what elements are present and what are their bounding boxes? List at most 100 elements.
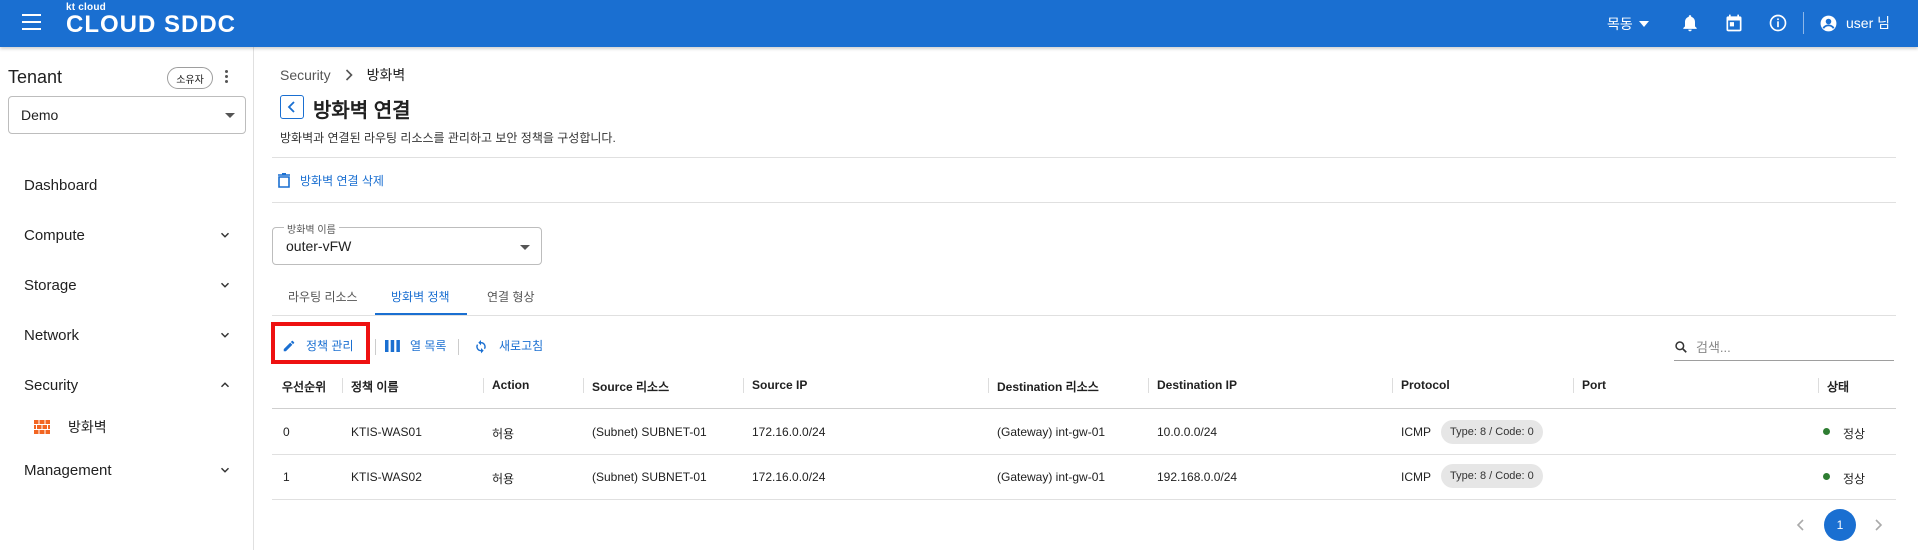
table-header-divider [272,408,1896,409]
cell-source-resource: (Subnet) SUBNET-01 [592,470,707,484]
location-label: 목동 [1607,16,1633,32]
cell-destination-ip: 10.0.0.0/24 [1157,425,1218,439]
column-header[interactable]: Protocol [1401,378,1450,392]
column-header[interactable]: Destination 리소스 [997,378,1099,395]
location-selector[interactable]: 목동 [1607,14,1649,34]
column-header[interactable]: 정책 이름 [351,378,399,395]
column-header[interactable]: Port [1582,378,1606,392]
breadcrumb: Security 방화벽 [280,65,405,85]
tenant-select-value: Demo [21,107,59,123]
brick-wall-icon [34,420,50,434]
topbar-divider [1803,12,1804,34]
column-header[interactable]: 우선순위 [282,378,326,395]
breadcrumb-parent[interactable]: Security [280,67,331,83]
account-icon [1820,15,1837,31]
top-app-bar: kt cloud CLOUD SDDC 목동 user 님 [0,0,1918,47]
search-placeholder: 검색... [1696,340,1731,355]
sidebar-item-network[interactable]: Network [24,323,232,347]
column-header[interactable]: Source 리소스 [592,378,669,395]
port-badge: Type: 8 / Code: 0 [1441,464,1543,488]
column-divider [1573,378,1574,393]
column-header[interactable]: 상태 [1827,378,1849,395]
search-icon [1675,340,1687,353]
column-list-label: 열 목록 [410,339,447,353]
tab-routing-resources[interactable]: 라우팅 리소스 [288,288,358,305]
cell-destination-resource: (Gateway) int-gw-01 [997,425,1106,439]
cell-protocol: ICMP [1401,425,1431,439]
hamburger-icon[interactable] [22,14,41,30]
sidebar: Tenant 소유자 Demo Dashboard Compute Storag… [0,47,254,550]
breadcrumb-current: 방화벽 [366,67,406,83]
refresh-icon [476,339,486,353]
page-button[interactable]: 1 [1824,509,1856,541]
sidebar-item-label: Management [24,461,112,479]
port-badge: Type: 8 / Code: 0 [1441,420,1543,444]
info-icon[interactable] [1768,13,1788,33]
chevron-up-icon [220,382,230,388]
status-dot [1823,473,1830,480]
tab-firewall-policy[interactable]: 방화벽 정책 [391,288,450,305]
column-divider [1818,378,1819,393]
cell-source-resource: (Subnet) SUBNET-01 [592,425,707,439]
bell-icon[interactable] [1680,13,1700,33]
cell-status: 정상 [1843,472,1866,486]
column-header[interactable]: Destination IP [1157,378,1237,392]
cell-action: 허용 [492,472,515,486]
refresh-label: 새로고침 [499,339,544,353]
row-divider [272,454,1896,455]
cell-policy-name: KTIS-WAS02 [351,470,422,484]
back-button[interactable] [280,95,304,119]
calendar-icon[interactable] [1724,13,1744,33]
tab-connection-topology[interactable]: 연결 형상 [487,288,535,305]
logo-product: CLOUD SDDC [66,11,236,38]
sidebar-item-firewall[interactable]: 방화벽 [34,417,107,437]
owner-chip: 소유자 [167,67,213,89]
cell-protocol: ICMP [1401,470,1431,484]
cell-priority: 0 [283,425,290,439]
column-divider [1148,378,1149,393]
column-list-button[interactable]: 열 목록 [385,337,446,354]
column-divider [483,378,484,393]
sidebar-item-compute[interactable]: Compute [24,223,232,247]
sidebar-item-security[interactable]: Security [24,373,232,397]
next-page-icon[interactable] [1873,518,1883,532]
chevron-down-icon [220,467,230,473]
cell-source-ip: 172.16.0.0/24 [752,425,826,439]
sidebar-item-storage[interactable]: Storage [24,273,232,297]
sidebar-item-label: Dashboard [24,176,98,194]
cell-destination-ip: 192.168.0.0/24 [1157,470,1238,484]
sidebar-item-label: Network [24,326,80,344]
column-header[interactable]: Action [492,378,529,392]
cell-priority: 1 [283,470,290,484]
previous-page-icon[interactable] [1796,518,1806,532]
user-menu[interactable]: user 님 [1819,13,1890,33]
cell-status: 정상 [1843,427,1866,441]
divider [272,157,1896,158]
column-divider [988,378,989,393]
refresh-button[interactable]: 새로고침 [473,337,543,354]
more-vert-icon[interactable] [225,70,229,86]
chevron-right-icon [345,69,353,81]
delete-connection-button[interactable]: 방화벽 연결 삭제 [278,172,384,189]
sidebar-sub-label: 방화벽 [68,419,107,435]
firewall-name-select[interactable]: 방화벽 이름 outer-vFW [272,221,542,265]
active-tab-indicator [375,313,467,315]
column-divider [1392,378,1393,393]
toolbar-separator [375,339,376,355]
delete-connection-label: 방화벽 연결 삭제 [300,174,384,188]
firewall-name-label: 방화벽 이름 [284,221,339,236]
column-header[interactable]: Source IP [752,378,807,392]
sidebar-item-label: Security [24,376,79,394]
tenant-select[interactable]: Demo [8,96,246,134]
chevron-down-icon [220,232,230,238]
toolbar-separator [458,339,459,355]
column-divider [583,378,584,393]
logo[interactable]: kt cloud CLOUD SDDC [66,2,236,37]
page-title: 방화벽 연결 [313,100,411,122]
search-input[interactable]: 검색... [1674,333,1894,361]
sidebar-item-management[interactable]: Management [24,458,232,482]
caret-down-icon [225,113,235,118]
sidebar-item-dashboard[interactable]: Dashboard [24,173,232,197]
sidebar-item-label: Storage [24,276,77,294]
column-divider [342,378,343,393]
